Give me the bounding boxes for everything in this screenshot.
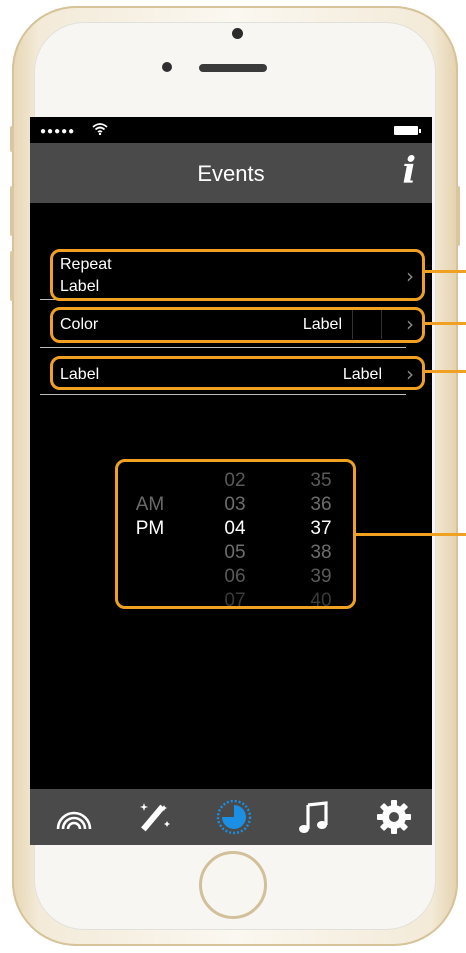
repeat-highlight (50, 249, 425, 301)
label-highlight (50, 356, 425, 390)
tab-bar (30, 789, 432, 845)
time-picker-highlight (115, 459, 356, 609)
gear-icon[interactable] (374, 797, 414, 837)
status-bar: ●●●●● (30, 117, 432, 143)
callout-line (425, 270, 466, 273)
music-note-icon[interactable] (294, 797, 334, 837)
nav-bar: Events i (30, 143, 432, 203)
callout-line (425, 370, 466, 373)
home-button[interactable] (199, 851, 267, 919)
power-button (456, 186, 460, 246)
rainbow-icon[interactable] (54, 797, 94, 837)
divider (40, 347, 406, 348)
page-title: Events (197, 161, 265, 186)
callout-line (425, 322, 466, 325)
wifi-icon (92, 123, 108, 135)
signal-strength: ●●●●● (40, 126, 76, 137)
divider (40, 394, 406, 395)
callout-line (356, 533, 466, 536)
volume-up-button (10, 186, 14, 236)
volume-down-button (10, 251, 14, 301)
clock-timer-icon[interactable] (214, 797, 254, 837)
front-camera (232, 28, 243, 39)
proximity-sensor (162, 62, 172, 72)
battery-icon (394, 126, 421, 135)
magic-wand-icon[interactable] (134, 797, 174, 837)
color-highlight (50, 307, 425, 343)
mute-switch (10, 126, 14, 152)
earpiece-speaker (199, 64, 267, 72)
info-icon[interactable]: i (402, 153, 416, 189)
